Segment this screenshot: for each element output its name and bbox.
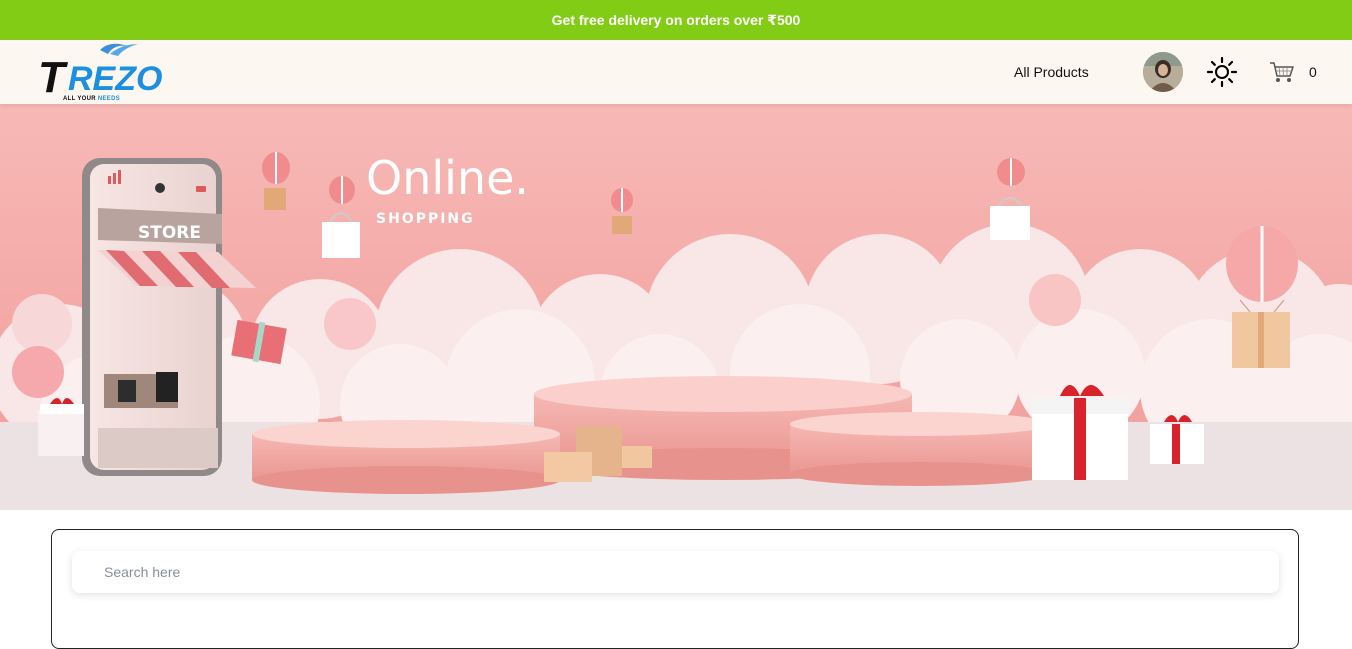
promo-banner: Get free delivery on orders over ₹500 (0, 0, 1352, 40)
cart-count-badge: 0 (1309, 64, 1317, 80)
balloon-left (12, 346, 64, 398)
cart-icon (1270, 62, 1294, 82)
store-sign: STORE (138, 223, 201, 243)
top-navbar: T REZO ALL YOUR NEEDS All Products 0 (0, 40, 1352, 104)
logo-wordmark-icon: T REZO (38, 43, 162, 102)
all-products-link[interactable]: All Products (1014, 64, 1089, 80)
logo-tagline: ALL YOUR NEEDS (63, 96, 120, 102)
theme-toggle-button[interactable] (1206, 56, 1238, 88)
bubble-mid (324, 298, 376, 350)
avatar-photo-icon (1143, 52, 1183, 92)
hero-banner[interactable]: Online. SHOPPING STORE (0, 104, 1352, 510)
brand-logo[interactable]: T REZO ALL YOUR NEEDS (38, 40, 166, 104)
cart-button[interactable] (1268, 58, 1296, 86)
svg-text:REZO: REZO (68, 60, 162, 98)
sun-icon (1206, 56, 1238, 88)
hero-illustration: Online. SHOPPING STORE (0, 104, 1352, 510)
podium-left (252, 420, 560, 494)
bubble-right (1029, 274, 1081, 326)
svg-text:T: T (38, 53, 68, 102)
gift-red-big (1030, 385, 1130, 480)
hero-headline: Online. (366, 151, 529, 205)
podium-right (790, 412, 1050, 486)
search-input[interactable] (72, 551, 1279, 593)
bubble-left (12, 294, 72, 354)
user-avatar[interactable] (1143, 52, 1183, 92)
search-panel (51, 529, 1299, 649)
hero-subhead: SHOPPING (376, 211, 475, 227)
gift-white-left (38, 398, 84, 456)
promo-text: Get free delivery on orders over ₹500 (551, 11, 801, 28)
